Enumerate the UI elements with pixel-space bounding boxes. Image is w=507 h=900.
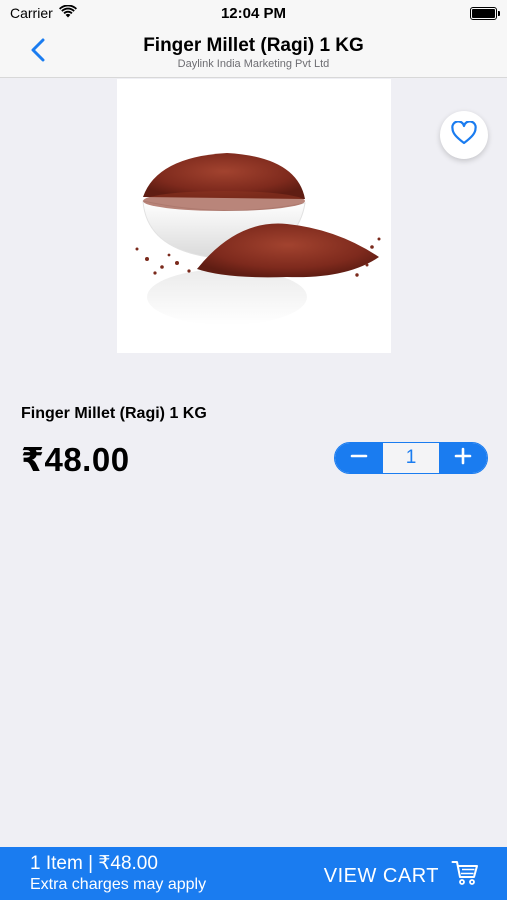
cart-summary: 1 Item | ₹48.00 (30, 853, 158, 874)
quantity-value: 1 (383, 443, 439, 473)
cart-bar[interactable]: 1 Item | ₹48.00 Extra charges may apply … (0, 847, 507, 900)
view-cart-label: VIEW CART (323, 864, 439, 887)
product-name: Finger Millet (Ragi) 1 KG (21, 405, 207, 422)
page-title: Finger Millet (Ragi) 1 KG (143, 35, 364, 56)
product-price: ₹48.00 (21, 441, 130, 478)
status-bar: Carrier 12:04 PM (0, 0, 507, 26)
plus-icon (454, 447, 472, 470)
wifi-icon (58, 4, 77, 21)
navigation-bar: Finger Millet (Ragi) 1 KG Daylink India … (0, 26, 507, 78)
shopping-cart-icon (451, 860, 479, 892)
minus-icon (350, 447, 368, 470)
view-cart-button[interactable]: VIEW CART (324, 860, 479, 892)
heart-outline-icon (451, 119, 477, 150)
battery-icon (470, 6, 500, 20)
carrier-label: Carrier (10, 5, 53, 21)
increment-button[interactable] (439, 443, 487, 473)
status-left: Carrier (10, 4, 77, 21)
favorite-button[interactable] (440, 111, 488, 159)
quantity-stepper: 1 (334, 442, 488, 474)
decrement-button[interactable] (335, 443, 383, 473)
page-subtitle: Daylink India Marketing Pvt Ltd (177, 58, 330, 70)
cart-note: Extra charges may apply (30, 876, 207, 893)
product-image (117, 79, 391, 353)
